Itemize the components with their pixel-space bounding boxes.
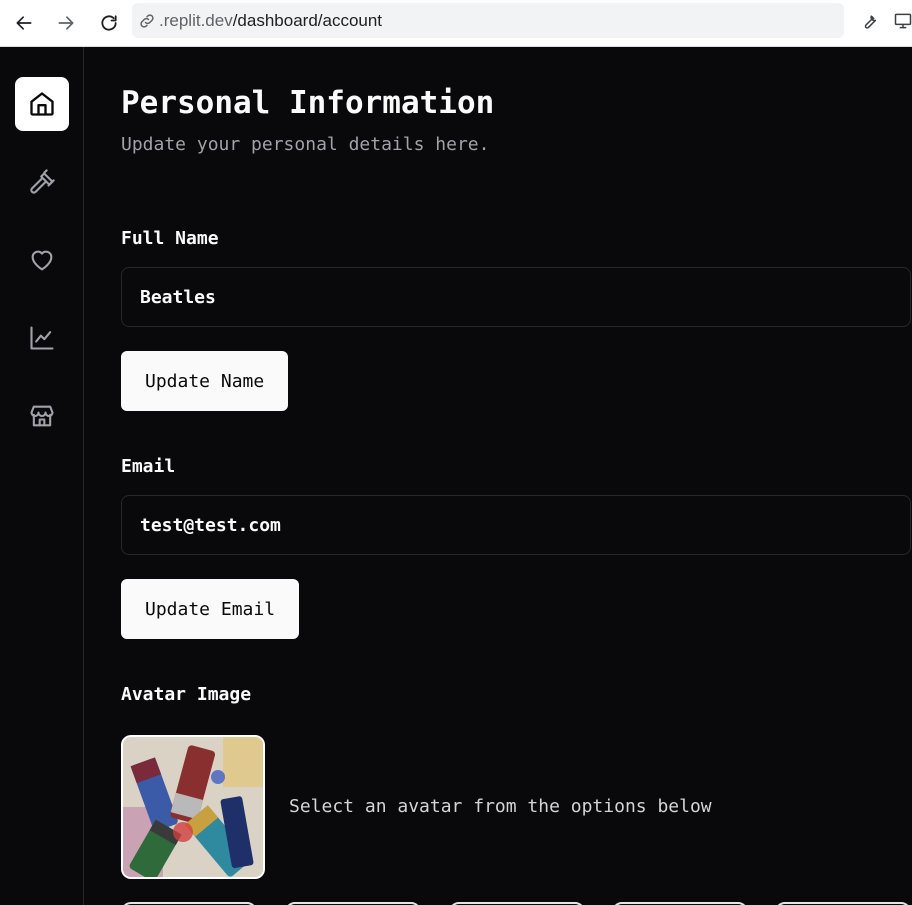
- device-button[interactable]: [890, 8, 912, 34]
- email-label: Email: [121, 456, 176, 477]
- sidebar-item-favorites[interactable]: [15, 233, 69, 287]
- line-chart-icon: [30, 326, 54, 350]
- email-input[interactable]: [121, 495, 911, 555]
- reload-icon: [101, 15, 117, 31]
- url-text: .replit.dev/dashboard/account: [159, 11, 382, 31]
- update-name-button[interactable]: Update Name: [121, 351, 289, 411]
- paintbrushes-image: [123, 737, 263, 877]
- page-subtitle: Update your personal details here.: [121, 134, 490, 155]
- store-icon: [30, 405, 54, 427]
- sidebar-item-store[interactable]: [15, 389, 69, 443]
- sidebar-item-home[interactable]: [15, 77, 69, 131]
- full-name-label: Full Name: [121, 228, 219, 249]
- page-title: Personal Information: [121, 85, 495, 121]
- sidebar: [0, 47, 84, 905]
- back-arrow-icon: [16, 16, 32, 30]
- sidebar-item-tools[interactable]: [15, 155, 69, 209]
- back-button[interactable]: [9, 8, 39, 38]
- sidebar-item-analytics[interactable]: [15, 311, 69, 365]
- url-path: /dashboard/account: [232, 10, 383, 30]
- address-bar[interactable]: .replit.dev/dashboard/account: [132, 3, 844, 38]
- monitor-icon: [894, 13, 912, 29]
- forward-button[interactable]: [51, 8, 81, 38]
- avatar-label: Avatar Image: [121, 684, 252, 705]
- current-avatar: [121, 735, 265, 879]
- hammer-icon: [30, 169, 55, 194]
- forward-arrow-icon: [58, 16, 74, 30]
- reload-button[interactable]: [94, 8, 124, 38]
- url-domain: .replit.dev: [159, 10, 233, 30]
- heart-icon: [31, 250, 53, 271]
- extensions-button[interactable]: [856, 8, 882, 34]
- home-icon: [30, 92, 54, 116]
- browser-toolbar: .replit.dev/dashboard/account: [0, 0, 912, 47]
- account-main: Personal Information Update your persona…: [85, 47, 912, 905]
- update-email-button[interactable]: Update Email: [121, 579, 300, 639]
- avatar-hint-text: Select an avatar from the options below: [289, 796, 712, 817]
- full-name-input[interactable]: [121, 267, 911, 327]
- link-icon: [140, 13, 154, 28]
- wrench-icon: [864, 15, 877, 29]
